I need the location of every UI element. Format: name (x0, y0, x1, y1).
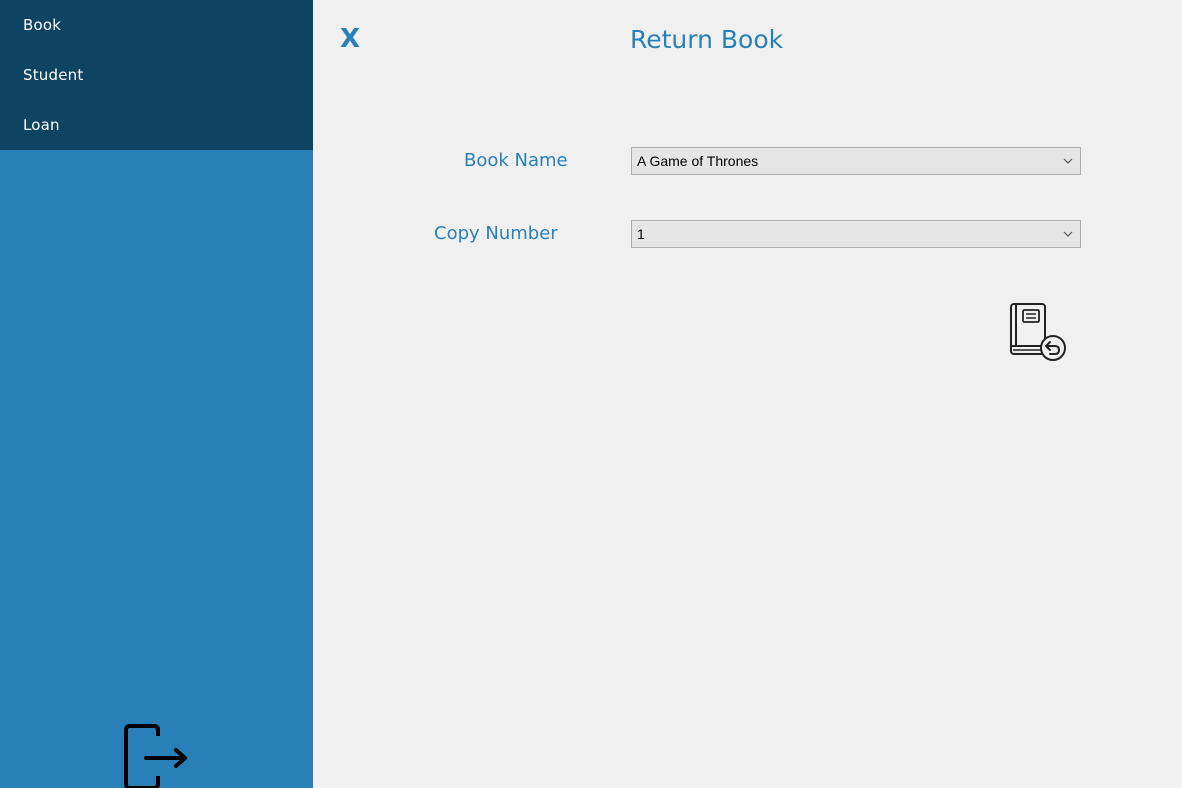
sidebar-item-student[interactable]: Student (23, 66, 83, 84)
close-button[interactable]: X (340, 24, 360, 54)
app-window: Book Student Loan X Return Book Book Nam… (0, 0, 1182, 788)
copy-number-value: 1 (637, 226, 645, 242)
logout-icon (124, 724, 187, 788)
sidebar-item-book[interactable]: Book (23, 16, 61, 34)
chevron-down-icon (1063, 158, 1073, 164)
chevron-down-icon (1063, 231, 1073, 237)
copy-number-label: Copy Number (434, 223, 558, 244)
book-name-value: A Game of Thrones (637, 153, 759, 169)
sidebar-menu: Book Student Loan (0, 0, 313, 150)
page-title: Return Book (630, 25, 784, 54)
book-name-label: Book Name (464, 150, 568, 171)
return-book-icon (1010, 303, 1066, 361)
copy-number-select[interactable]: 1 (631, 220, 1081, 248)
logout-button[interactable] (120, 724, 192, 788)
return-book-button[interactable] (1003, 300, 1069, 366)
sidebar: Book Student Loan (0, 0, 313, 788)
sidebar-item-loan[interactable]: Loan (23, 116, 60, 134)
book-name-select[interactable]: A Game of Thrones (631, 147, 1081, 175)
